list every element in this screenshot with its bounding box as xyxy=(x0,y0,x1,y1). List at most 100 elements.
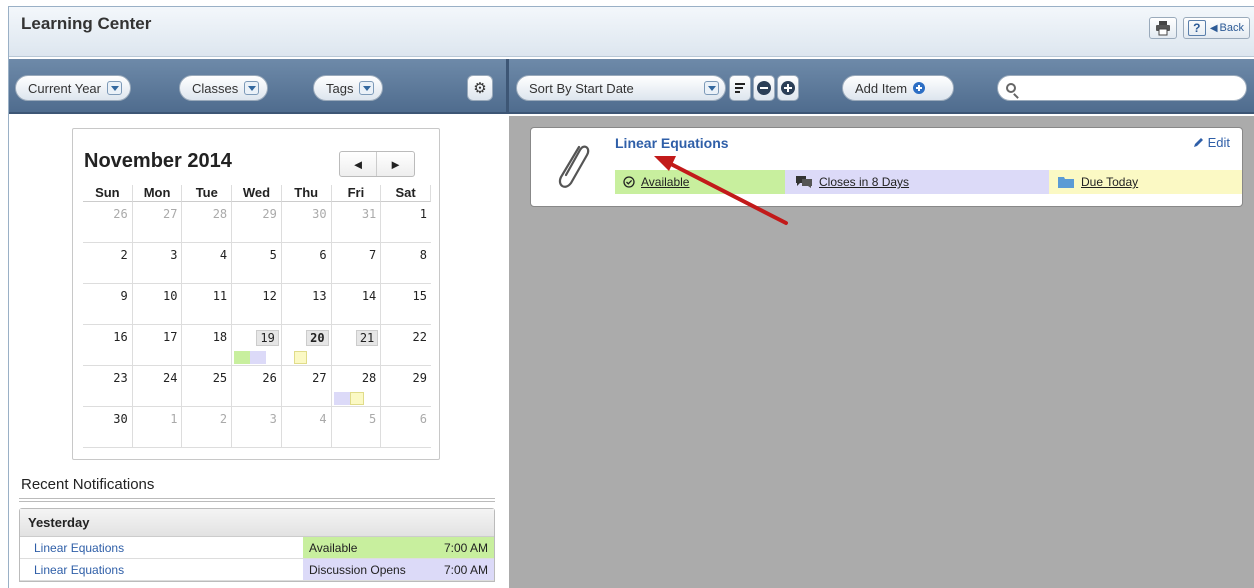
calendar-grid: Sun Mon Tue Wed Thu Fri Sat 26 27 28 29 … xyxy=(83,185,431,448)
toolbar: Current Year Classes Tags ⚙ Sort By Star… xyxy=(9,59,1254,114)
search-field[interactable] xyxy=(997,75,1247,101)
day-of-week: Thu xyxy=(281,185,332,202)
app-window: Learning Center ? ◀ Back Current Year Cl… xyxy=(8,6,1254,588)
calendar-day[interactable]: 1 xyxy=(381,202,431,243)
calendar-day-with-events[interactable]: 21 xyxy=(331,325,382,366)
current-year-label: Current Year xyxy=(28,80,101,96)
calendar-day[interactable]: 23 xyxy=(83,366,133,407)
calendar-day[interactable]: 14 xyxy=(331,284,382,325)
calendar-day[interactable]: 18 xyxy=(182,325,233,366)
calendar-day[interactable]: 6 xyxy=(281,243,332,284)
calendar-day[interactable]: 5 xyxy=(232,243,282,284)
print-button[interactable] xyxy=(1148,17,1177,39)
add-item-button[interactable]: Add Item xyxy=(842,75,954,101)
calendar-day[interactable]: 4 xyxy=(281,407,332,448)
day-of-week: Fri xyxy=(331,185,382,202)
settings-button[interactable]: ⚙ xyxy=(467,75,493,101)
search-icon xyxy=(1006,83,1016,93)
calendar-day[interactable]: 17 xyxy=(132,325,183,366)
calendar-day[interactable]: 8 xyxy=(381,243,431,284)
notification-item-link[interactable]: Linear Equations xyxy=(20,537,303,558)
calendar-day[interactable]: 26 xyxy=(83,202,133,243)
notification-row: Linear Equations Discussion Opens 7:00 A… xyxy=(20,559,494,581)
top-tools: ? ◀ Back xyxy=(1148,17,1250,39)
help-button[interactable]: ? xyxy=(1187,20,1206,36)
title-bar: Learning Center ? ◀ Back xyxy=(9,7,1254,57)
back-button[interactable]: ◀ Back xyxy=(1210,18,1249,38)
calendar-day[interactable]: 29 xyxy=(232,202,282,243)
calendar-day[interactable]: 25 xyxy=(182,366,233,407)
sort-order-button[interactable] xyxy=(729,75,751,101)
day-of-week: Sat xyxy=(381,185,431,202)
calendar-day[interactable]: 27 xyxy=(132,202,183,243)
calendar-day[interactable]: 15 xyxy=(381,284,431,325)
calendar-day[interactable]: 10 xyxy=(132,284,183,325)
back-arrow-icon: ◀ xyxy=(1209,22,1218,34)
calendar-day[interactable]: 11 xyxy=(182,284,233,325)
sort-dropdown[interactable]: Sort By Start Date xyxy=(516,75,726,101)
calendar-day[interactable]: 12 xyxy=(232,284,282,325)
calendar-day[interactable]: 9 xyxy=(83,284,133,325)
annotation-arrow xyxy=(654,156,788,225)
printer-icon xyxy=(1155,21,1170,36)
calendar-day[interactable]: 27 xyxy=(281,366,332,407)
notification-item-link[interactable]: Linear Equations xyxy=(20,559,303,580)
dropdown-arrow-icon xyxy=(107,81,122,95)
calendar-day[interactable]: 26 xyxy=(232,366,282,407)
notification-status-text: Discussion Opens xyxy=(309,563,406,577)
calendar-day-with-events[interactable]: 19 xyxy=(232,325,282,366)
current-year-dropdown[interactable]: Current Year xyxy=(15,75,131,101)
minus-circle-icon xyxy=(757,81,771,95)
plus-circle-icon xyxy=(781,81,795,95)
prev-month-button[interactable]: ◄ xyxy=(340,152,377,176)
calendar-day[interactable]: 3 xyxy=(132,243,183,284)
calendar-day[interactable]: 24 xyxy=(132,366,183,407)
calendar-day[interactable]: 2 xyxy=(83,243,133,284)
calendar-day-today[interactable]: 20 xyxy=(281,325,332,366)
divider xyxy=(19,498,495,502)
calendar-day[interactable]: 16 xyxy=(83,325,133,366)
gear-icon: ⚙ xyxy=(473,80,487,97)
notification-status: Available 7:00 AM xyxy=(303,537,494,558)
notification-time: 7:00 AM xyxy=(443,563,488,577)
calendar-month-title: November 2014 xyxy=(84,150,232,172)
next-month-button[interactable]: ► xyxy=(377,152,414,176)
calendar-day[interactable]: 22 xyxy=(381,325,431,366)
tags-label: Tags xyxy=(326,80,354,96)
day-of-week: Mon xyxy=(132,185,183,202)
app-title: Learning Center xyxy=(21,14,152,33)
calendar-day[interactable]: 29 xyxy=(381,366,431,407)
event-discussion-marker xyxy=(250,351,267,364)
sort-lines-icon xyxy=(735,83,745,93)
calendar-day[interactable]: 30 xyxy=(281,202,332,243)
calendar-day[interactable]: 4 xyxy=(182,243,233,284)
add-item-label: Add Item xyxy=(855,80,908,96)
classes-dropdown[interactable]: Classes xyxy=(179,75,269,101)
expand-all-button[interactable] xyxy=(777,75,799,101)
day-of-week: Tue xyxy=(182,185,233,202)
tags-dropdown[interactable]: Tags xyxy=(313,75,384,101)
day-of-week: Sun xyxy=(83,185,133,202)
notifications-group-header: Yesterday xyxy=(20,509,494,537)
collapse-all-button[interactable] xyxy=(753,75,775,101)
search-input[interactable] xyxy=(1022,78,1246,98)
calendar: November 2014 ◄ ► Sun Mon Tue Wed Thu Fr… xyxy=(72,128,440,460)
calendar-day[interactable]: 7 xyxy=(331,243,382,284)
calendar-nav: ◄ ► xyxy=(339,151,415,177)
calendar-day-with-events[interactable]: 28 xyxy=(331,366,382,407)
items-panel: Linear Equations Edit Available Closes i… xyxy=(509,116,1254,588)
calendar-day[interactable]: 31 xyxy=(331,202,382,243)
calendar-day[interactable]: 30 xyxy=(83,407,133,448)
notification-time: 7:00 AM xyxy=(443,541,488,555)
event-available-marker xyxy=(234,351,251,364)
calendar-day[interactable]: 6 xyxy=(381,407,431,448)
calendar-day[interactable]: 5 xyxy=(331,407,382,448)
calendar-day[interactable]: 2 xyxy=(182,407,233,448)
calendar-day[interactable]: 3 xyxy=(232,407,282,448)
event-due-marker xyxy=(293,351,307,364)
toolbar-divider xyxy=(506,59,509,114)
back-label: Back xyxy=(1219,22,1244,34)
calendar-day[interactable]: 1 xyxy=(132,407,183,448)
calendar-day[interactable]: 28 xyxy=(182,202,233,243)
calendar-day[interactable]: 13 xyxy=(281,284,332,325)
